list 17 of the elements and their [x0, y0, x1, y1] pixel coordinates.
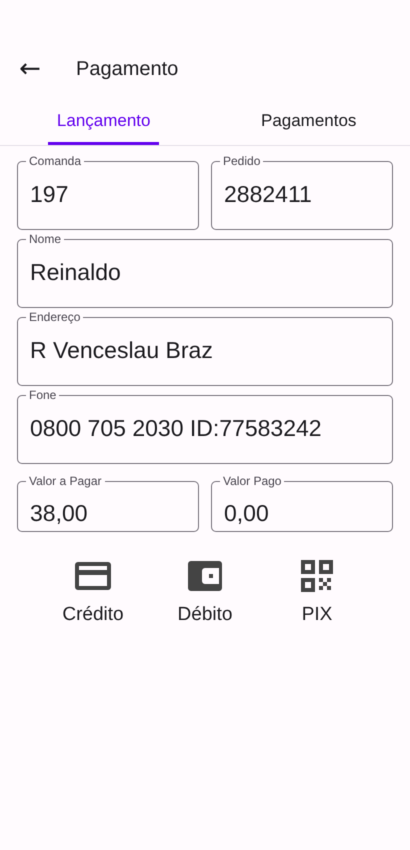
- payment-button[interactable]: Crédito: [44, 558, 142, 628]
- tab[interactable]: Lançamento: [48, 99, 160, 145]
- text-field[interactable]: Fone 0800 705 2030 ID:77583242: [17, 388, 393, 464]
- text-field[interactable]: Valor Pago 0,00: [211, 474, 393, 532]
- qr-code-icon: [301, 560, 333, 592]
- payment-button[interactable]: PIX: [268, 558, 366, 628]
- wallet-icon: [188, 560, 222, 592]
- credit-card-icon: [75, 560, 111, 592]
- text-field[interactable]: Endereço R Venceslau Braz: [17, 310, 393, 386]
- back-button[interactable]: ←: [10, 49, 50, 89]
- text-field[interactable]: Pedido 2882411: [211, 154, 393, 230]
- page-title: Pagamento: [76, 58, 178, 80]
- text-field[interactable]: Valor a Pagar 38,00: [17, 474, 199, 532]
- tab[interactable]: Pagamentos: [207, 99, 410, 145]
- payment-button[interactable]: Débito: [156, 558, 254, 628]
- text-field[interactable]: Comanda 197: [17, 154, 199, 230]
- text-field[interactable]: Nome Reinaldo: [17, 232, 393, 308]
